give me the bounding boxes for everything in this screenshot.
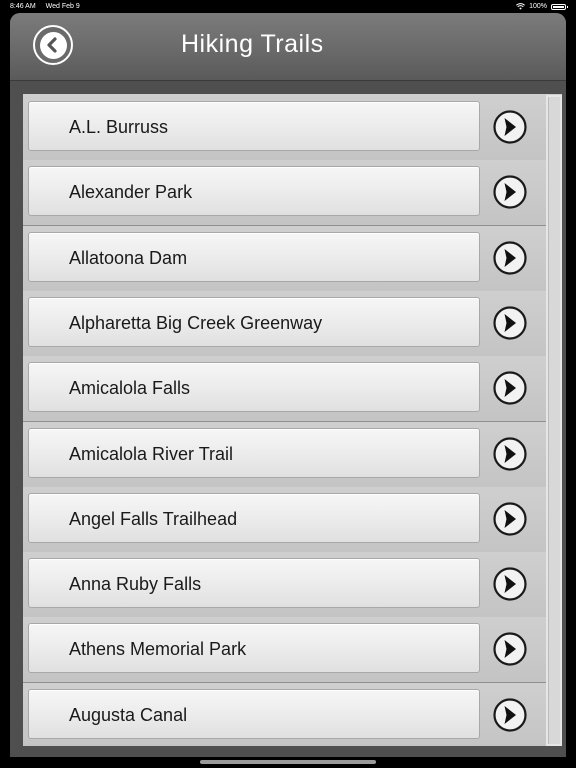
trail-name: Amicalola River Trail bbox=[69, 443, 234, 464]
back-arrow-icon bbox=[39, 31, 67, 59]
status-bar: 8:46 AM Wed Feb 9 100% bbox=[0, 0, 576, 13]
trail-row[interactable]: Alexander Park bbox=[23, 160, 546, 227]
trail-row[interactable]: A.L. Burruss bbox=[23, 95, 546, 161]
chevron-right-icon[interactable] bbox=[493, 567, 527, 601]
trail-name: Alpharetta Big Creek Greenway bbox=[69, 312, 323, 333]
trail-list[interactable]: A.L. Burruss Alexander Park Allatoona Dam A… bbox=[23, 94, 562, 746]
trail-row[interactable]: Amicalola River Trail bbox=[23, 421, 546, 488]
chevron-right-icon[interactable] bbox=[493, 371, 527, 405]
battery-icon bbox=[551, 3, 568, 10]
trail-row[interactable]: Allatoona Dam bbox=[23, 225, 546, 292]
trail-name: A.L. Burruss bbox=[69, 117, 169, 137]
trail-name: Athens Memorial Park bbox=[69, 639, 247, 660]
trail-row-button[interactable]: A.L. Burruss bbox=[28, 101, 480, 151]
trail-name: Augusta Canal bbox=[69, 704, 188, 725]
page-title: Hiking Trails bbox=[181, 30, 324, 58]
nav-header: Hiking Trails bbox=[10, 13, 566, 81]
trail-row[interactable]: Angel Falls Trailhead bbox=[23, 486, 546, 553]
trail-row-button[interactable]: Athens Memorial Park bbox=[28, 623, 480, 674]
trail-row-button[interactable]: Angel Falls Trailhead bbox=[28, 492, 480, 543]
battery-percent: 100% bbox=[529, 3, 547, 10]
app-window: Hiking Trails A.L. Burruss Alexander Park… bbox=[10, 13, 566, 757]
back-button[interactable] bbox=[33, 25, 73, 65]
trail-row-button[interactable]: Alpharetta Big Creek Greenway bbox=[28, 296, 480, 347]
status-time: 8:46 AM bbox=[10, 3, 36, 10]
scrollbar[interactable] bbox=[548, 97, 560, 744]
trail-row-button[interactable]: Allatoona Dam bbox=[28, 231, 480, 282]
trail-row-button[interactable]: Amicalola Falls bbox=[28, 362, 480, 413]
trail-row[interactable]: Alpharetta Big Creek Greenway bbox=[23, 290, 546, 357]
trail-row[interactable]: Amicalola Falls bbox=[23, 356, 546, 423]
trail-row[interactable]: Anna Ruby Falls bbox=[23, 552, 546, 619]
chevron-right-icon[interactable] bbox=[493, 436, 527, 471]
wifi-icon bbox=[516, 3, 526, 10]
chevron-right-icon[interactable] bbox=[493, 502, 527, 536]
chevron-right-icon[interactable] bbox=[493, 175, 527, 209]
trail-name: Alexander Park bbox=[69, 182, 193, 203]
trail-row[interactable]: Athens Memorial Park bbox=[23, 617, 546, 684]
trail-name: Amicalola Falls bbox=[69, 378, 191, 399]
chevron-right-icon[interactable] bbox=[493, 240, 527, 275]
chevron-right-icon[interactable] bbox=[493, 632, 527, 666]
trail-name: Angel Falls Trailhead bbox=[69, 508, 238, 529]
trail-row[interactable]: Augusta Canal bbox=[23, 682, 546, 746]
chevron-right-icon[interactable] bbox=[493, 306, 527, 340]
chevron-right-icon[interactable] bbox=[493, 698, 527, 732]
status-date: Wed Feb 9 bbox=[45, 3, 80, 10]
trail-name: Allatoona Dam bbox=[69, 247, 188, 268]
trail-row-button[interactable]: Amicalola River Trail bbox=[28, 427, 480, 478]
home-indicator[interactable] bbox=[200, 760, 376, 764]
chevron-right-icon[interactable] bbox=[493, 110, 527, 144]
trail-row-button[interactable]: Anna Ruby Falls bbox=[28, 558, 480, 609]
trail-row-button[interactable]: Augusta Canal bbox=[28, 688, 480, 739]
trail-name: Anna Ruby Falls bbox=[69, 574, 202, 595]
trail-row-button[interactable]: Alexander Park bbox=[28, 166, 480, 217]
